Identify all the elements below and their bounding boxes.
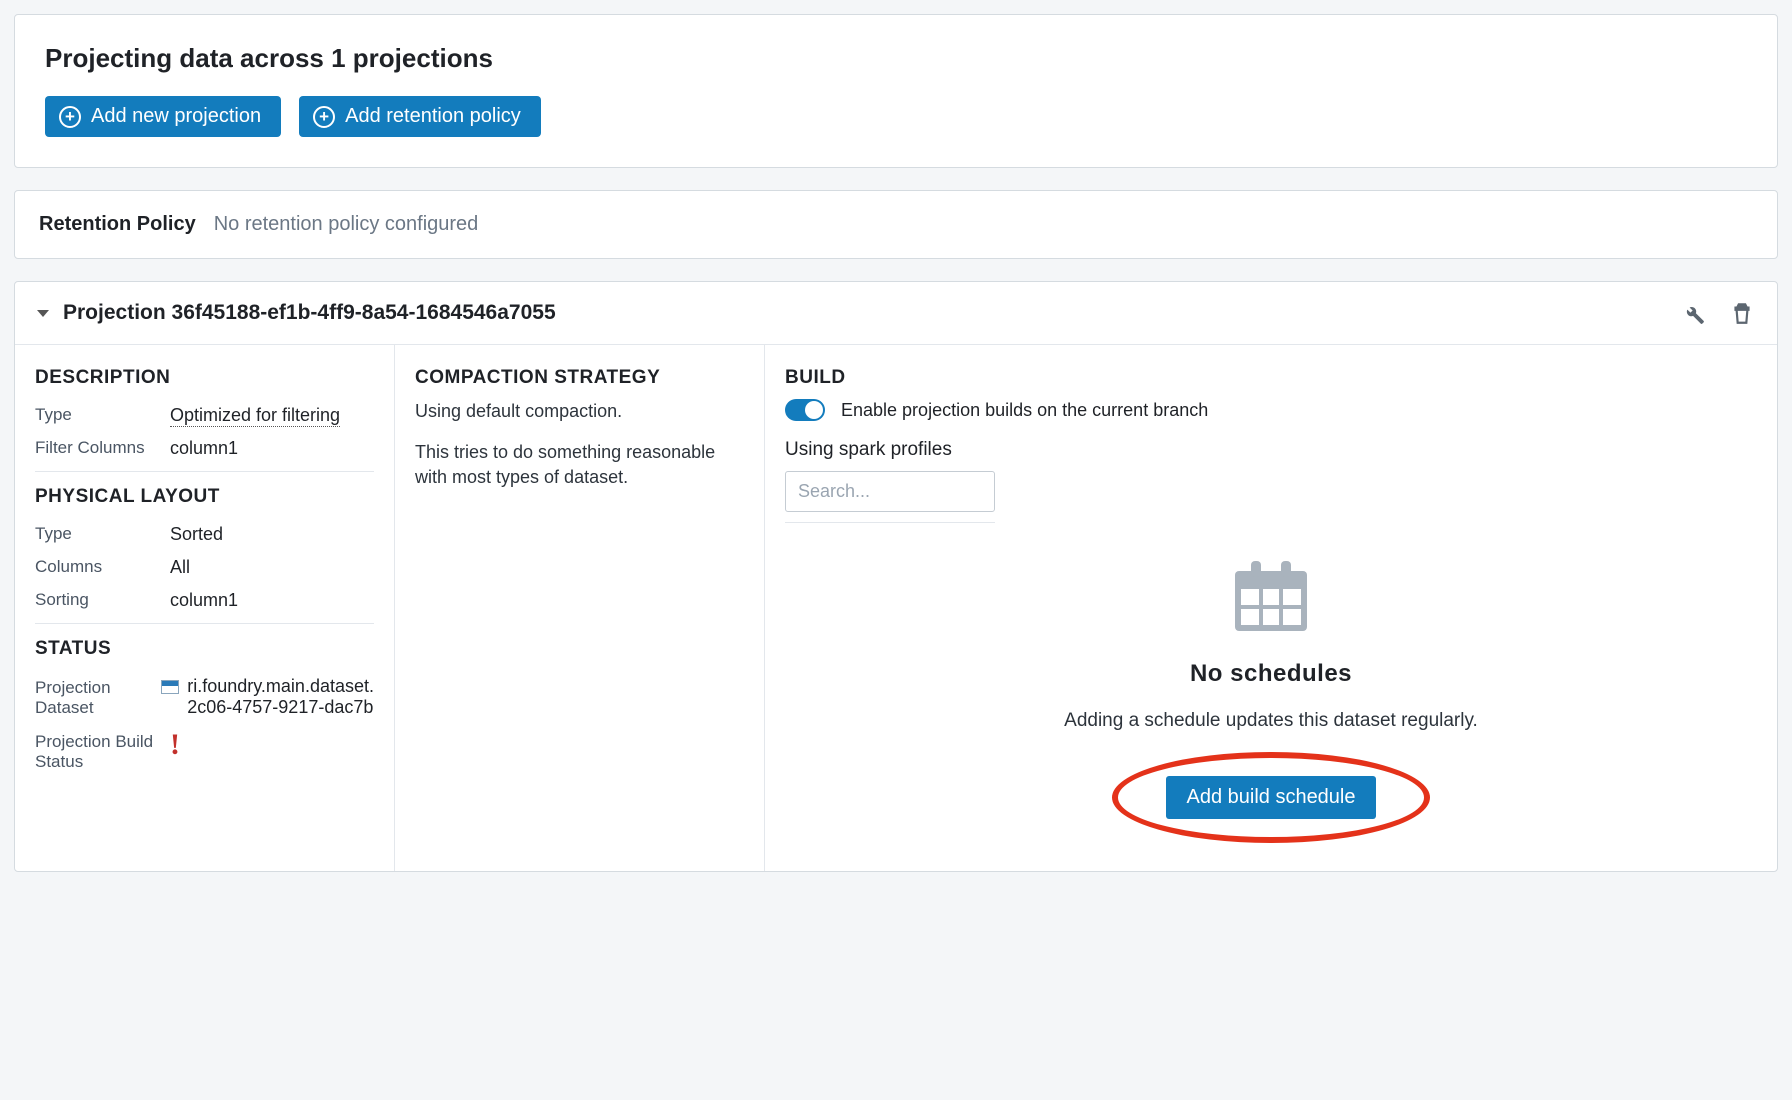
enable-builds-toggle[interactable] bbox=[785, 399, 825, 421]
projections-summary-card: Projecting data across 1 projections + A… bbox=[14, 14, 1778, 168]
caret-down-icon bbox=[37, 310, 49, 317]
desc-type-value: Optimized for filtering bbox=[170, 405, 340, 427]
retention-policy-card: Retention Policy No retention policy con… bbox=[14, 190, 1778, 259]
phys-sorting-label: Sorting bbox=[35, 590, 170, 611]
retention-policy-label: Retention Policy bbox=[39, 213, 196, 236]
trash-icon[interactable] bbox=[1729, 300, 1755, 326]
plus-circle-icon: + bbox=[313, 106, 335, 128]
build-column: BUILD Enable projection builds on the cu… bbox=[765, 345, 1777, 871]
dataset-icon bbox=[161, 680, 179, 694]
projection-title: Projection 36f45188-ef1b-4ff9-8a54-16845… bbox=[63, 301, 1679, 325]
projection-card: Projection 36f45188-ef1b-4ff9-8a54-16845… bbox=[14, 281, 1778, 872]
retention-policy-value: No retention policy configured bbox=[214, 213, 479, 236]
enable-builds-label: Enable projection builds on the current … bbox=[841, 400, 1208, 421]
status-heading: STATUS bbox=[35, 638, 374, 660]
title-prefix: Projecting data across bbox=[45, 43, 331, 73]
highlight-annotation: Add build schedule bbox=[1112, 752, 1429, 843]
add-projection-label: Add new projection bbox=[91, 105, 261, 128]
desc-filter-value: column1 bbox=[170, 438, 374, 459]
phys-type-label: Type bbox=[35, 524, 170, 545]
no-schedules-title: No schedules bbox=[785, 660, 1757, 688]
spark-profiles-label: Using spark profiles bbox=[785, 439, 1757, 461]
status-build-label: Projection Build Status bbox=[35, 730, 170, 772]
compaction-line2: This tries to do something reasonable wi… bbox=[415, 440, 744, 490]
calendar-icon bbox=[1231, 559, 1311, 640]
desc-filter-label: Filter Columns bbox=[35, 438, 170, 459]
add-new-projection-button[interactable]: + Add new projection bbox=[45, 96, 281, 137]
status-dataset-label: Projection Dataset bbox=[35, 676, 161, 718]
description-heading: DESCRIPTION bbox=[35, 367, 374, 389]
add-retention-label: Add retention policy bbox=[345, 105, 521, 128]
plus-circle-icon: + bbox=[59, 106, 81, 128]
compaction-column: COMPACTION STRATEGY Using default compac… bbox=[395, 345, 765, 871]
projections-summary-title: Projecting data across 1 projections bbox=[45, 43, 1747, 74]
add-build-schedule-label: Add build schedule bbox=[1186, 786, 1355, 808]
description-column: DESCRIPTION Type Optimized for filtering… bbox=[15, 345, 395, 871]
projection-dataset-link[interactable]: ri.foundry.main.dataset. 2c06-4757-9217-… bbox=[161, 676, 374, 718]
phys-type-value: Sorted bbox=[170, 524, 374, 545]
add-build-schedule-button[interactable]: Add build schedule bbox=[1166, 776, 1375, 819]
desc-type-label: Type bbox=[35, 405, 170, 426]
exclamation-icon: ! bbox=[170, 728, 180, 761]
physical-heading: PHYSICAL LAYOUT bbox=[35, 486, 374, 508]
build-heading: BUILD bbox=[785, 367, 1757, 389]
compaction-line1: Using default compaction. bbox=[415, 399, 744, 424]
spark-profile-search-input[interactable] bbox=[785, 471, 995, 512]
phys-columns-value: All bbox=[170, 557, 374, 578]
title-suffix: projections bbox=[346, 43, 493, 73]
no-schedules-subtitle: Adding a schedule updates this dataset r… bbox=[785, 710, 1757, 732]
compaction-heading: COMPACTION STRATEGY bbox=[415, 367, 744, 389]
status-dataset-value: ri.foundry.main.dataset. 2c06-4757-9217-… bbox=[187, 676, 374, 718]
projection-header[interactable]: Projection 36f45188-ef1b-4ff9-8a54-16845… bbox=[15, 282, 1777, 345]
phys-columns-label: Columns bbox=[35, 557, 170, 578]
projection-count: 1 bbox=[331, 43, 345, 73]
add-retention-policy-button[interactable]: + Add retention policy bbox=[299, 96, 541, 137]
wrench-icon[interactable] bbox=[1679, 300, 1705, 326]
phys-sorting-value: column1 bbox=[170, 590, 374, 611]
